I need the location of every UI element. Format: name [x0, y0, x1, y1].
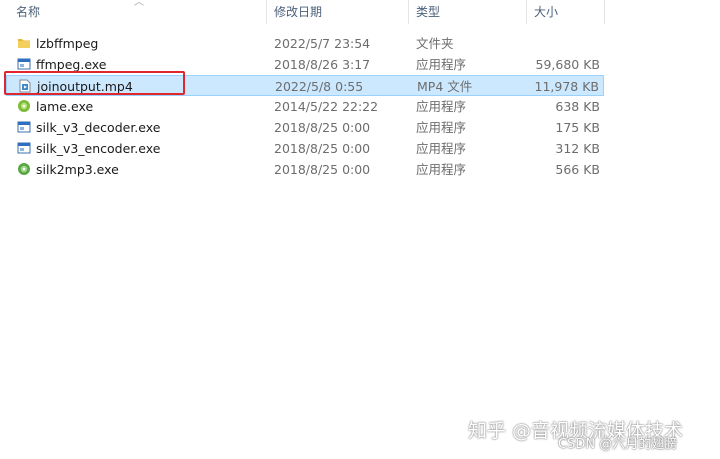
file-row-silk-encoder[interactable]: silk_v3_encoder.exe 2018/8/25 0:00 应用程序 … — [6, 138, 604, 159]
file-name: lzbffmpeg — [36, 36, 99, 51]
file-row-silk-decoder[interactable]: silk_v3_decoder.exe 2018/8/25 0:00 应用程序 … — [6, 117, 604, 138]
file-name: silk_v3_decoder.exe — [36, 120, 161, 135]
csdn-watermark: CSDN @六月的翅膀 — [558, 437, 678, 452]
file-type: 应用程序 — [416, 99, 467, 114]
column-header-type[interactable]: 类型 — [416, 0, 440, 24]
file-type: 应用程序 — [416, 120, 467, 135]
file-size: 566 KB — [555, 162, 600, 177]
file-size: 175 KB — [555, 120, 600, 135]
file-type: 应用程序 — [416, 162, 467, 177]
file-size: 11,978 KB — [534, 79, 599, 94]
file-date: 2018/8/25 0:00 — [274, 120, 371, 135]
green-disc-icon — [18, 100, 30, 112]
column-header-date[interactable]: 修改日期 — [274, 0, 322, 24]
file-date: 2022/5/7 23:54 — [274, 36, 371, 51]
exe-window-icon — [17, 121, 31, 133]
column-divider[interactable] — [408, 0, 409, 24]
column-divider[interactable] — [604, 0, 605, 24]
file-row-lzbffmpeg[interactable]: lzbffmpeg 2022/5/7 23:54 文件夹 — [6, 33, 604, 54]
file-size: 59,680 KB — [535, 57, 600, 72]
file-name: silk_v3_encoder.exe — [36, 141, 161, 156]
file-name: silk2mp3.exe — [36, 162, 119, 177]
file-size: 312 KB — [555, 141, 600, 156]
file-date: 2018/8/25 0:00 — [274, 162, 371, 177]
green-disc-icon — [18, 163, 30, 175]
file-date: 2018/8/26 3:17 — [274, 57, 371, 72]
file-date: 2018/8/25 0:00 — [274, 141, 371, 156]
exe-window-icon — [17, 58, 31, 70]
file-date: 2014/5/22 22:22 — [274, 99, 379, 114]
file-type: 文件夹 — [416, 36, 454, 51]
sort-ascending-icon: ︿ — [134, 0, 144, 8]
file-type: MP4 文件 — [417, 79, 473, 94]
column-header-bar: ︿ 名称 修改日期 类型 大小 — [0, 0, 720, 24]
file-name: lame.exe — [36, 99, 94, 114]
column-header-name[interactable]: 名称 — [16, 0, 40, 24]
annotation-highlight-box — [4, 71, 185, 95]
file-row-lame[interactable]: lame.exe 2014/5/22 22:22 应用程序 638 KB — [6, 96, 604, 117]
file-row-silk2mp3[interactable]: silk2mp3.exe 2018/8/25 0:00 应用程序 566 KB — [6, 159, 604, 180]
file-date: 2022/5/8 0:55 — [275, 79, 364, 94]
column-divider[interactable] — [526, 0, 527, 24]
exe-window-icon — [17, 142, 31, 154]
file-size: 638 KB — [555, 99, 600, 114]
file-type: 应用程序 — [416, 141, 467, 156]
file-type: 应用程序 — [416, 57, 467, 72]
column-divider[interactable] — [266, 0, 267, 24]
column-header-size[interactable]: 大小 — [534, 0, 558, 24]
folder-icon — [18, 39, 30, 48]
